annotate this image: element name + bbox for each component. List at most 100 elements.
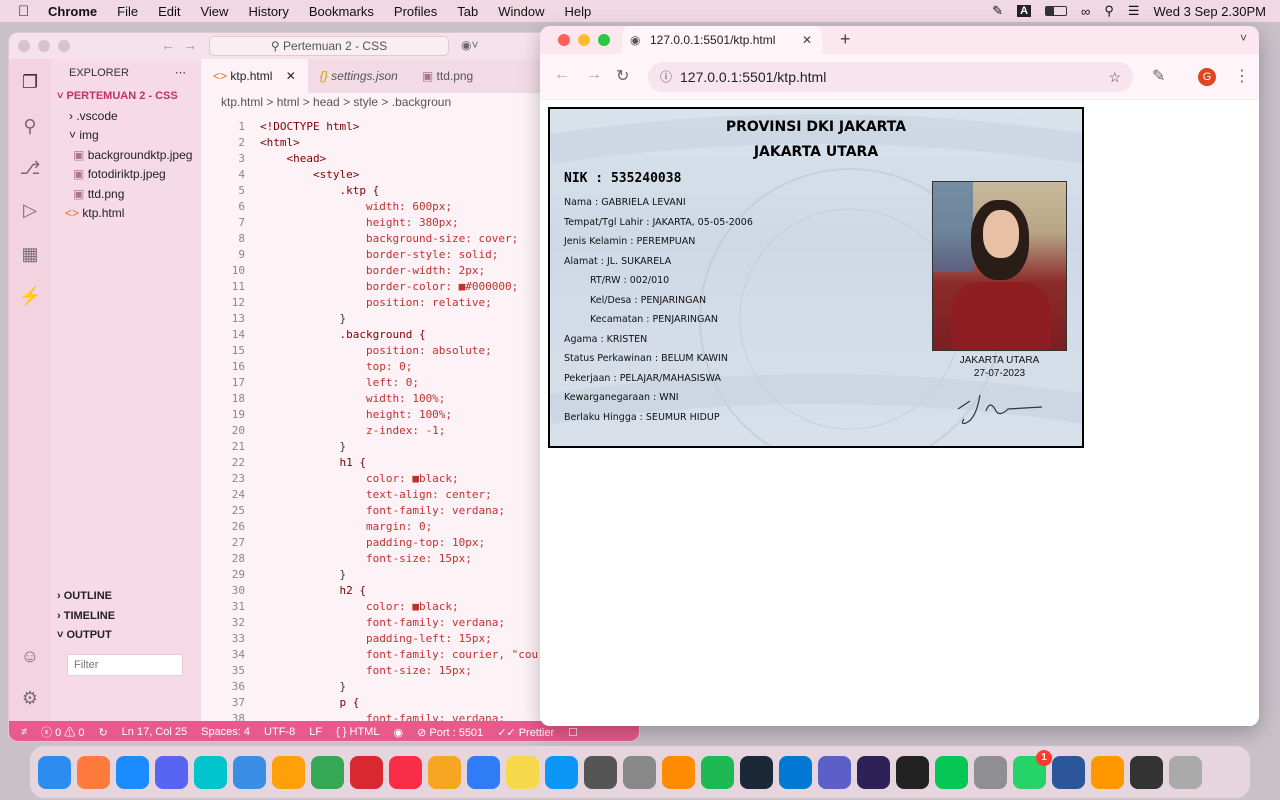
code-line[interactable]: top: 0; bbox=[260, 359, 412, 375]
dock-books-icon[interactable] bbox=[662, 755, 695, 789]
menu-history[interactable]: History bbox=[248, 4, 288, 19]
control-center-icon[interactable]: ☰ bbox=[1128, 3, 1140, 19]
tree-item-fotodiriktp[interactable]: ▣ fotodiriktp.jpeg bbox=[51, 165, 201, 185]
dock-canva-icon[interactable] bbox=[194, 755, 227, 789]
copilot-status-icon[interactable]: ◉ bbox=[393, 726, 403, 739]
extensions-icon[interactable]: ▦ bbox=[19, 243, 41, 265]
more-menu-icon[interactable]: ⋮ bbox=[1234, 66, 1250, 86]
menu-app-name[interactable]: Chrome bbox=[48, 4, 97, 19]
tab-ktp-html[interactable]: <> ktp.html ✕ bbox=[201, 59, 308, 93]
dock-eclipse-icon[interactable] bbox=[857, 755, 890, 789]
code-line[interactable]: .background { bbox=[260, 327, 425, 343]
section-timeline[interactable]: › TIMELINE bbox=[51, 607, 201, 627]
back-arrow-icon[interactable]: ← bbox=[161, 37, 175, 53]
tree-item-ttd[interactable]: ▣ ttd.png bbox=[51, 185, 201, 205]
code-line[interactable]: <html> bbox=[260, 135, 300, 151]
close-tab-icon[interactable]: ✕ bbox=[802, 26, 812, 54]
section-output[interactable]: ˅ OUTPUT bbox=[51, 626, 201, 646]
source-control-icon[interactable]: ⎇ bbox=[19, 157, 41, 179]
dock-chatgpt-icon[interactable] bbox=[896, 755, 929, 789]
lightning-icon[interactable]: ⚡ bbox=[19, 285, 41, 307]
dock-word-icon[interactable] bbox=[1052, 755, 1085, 789]
dock-app-store-icon[interactable] bbox=[545, 755, 578, 789]
tree-item-ktp-html[interactable]: <> ktp.html bbox=[51, 204, 201, 224]
link-icon[interactable]: ∞ bbox=[1081, 4, 1090, 19]
new-tab-button[interactable]: + bbox=[840, 29, 851, 50]
code-line[interactable]: font-family: courier, "couri bbox=[260, 647, 551, 663]
back-button[interactable]: ← bbox=[554, 66, 570, 84]
close-window-button[interactable] bbox=[18, 40, 30, 52]
dock-finder-icon[interactable] bbox=[38, 755, 71, 789]
code-line[interactable]: border-style: solid; bbox=[260, 247, 498, 263]
code-line[interactable]: } bbox=[260, 311, 346, 327]
live-server-port[interactable]: ⊘ Port : 5501 bbox=[417, 726, 483, 739]
problems-indicator[interactable]: ⓧ 0 ⚠ 0 bbox=[41, 724, 84, 740]
code-line[interactable]: font-size: 15px; bbox=[260, 551, 472, 567]
code-line[interactable]: font-family: verdana; bbox=[260, 615, 505, 631]
code-line[interactable]: padding-top: 10px; bbox=[260, 535, 485, 551]
dock-photos-icon[interactable] bbox=[272, 755, 305, 789]
minimize-window-button[interactable] bbox=[38, 40, 50, 52]
code-line[interactable]: h2 { bbox=[260, 583, 366, 599]
code-line[interactable]: } bbox=[260, 679, 346, 695]
code-line[interactable]: <!DOCTYPE html> bbox=[260, 119, 359, 135]
code-line[interactable]: h1 { bbox=[260, 455, 366, 471]
code-line[interactable]: width: 100%; bbox=[260, 391, 445, 407]
code-line[interactable]: background-size: cover; bbox=[260, 231, 518, 247]
tree-item-vscode[interactable]: › .vscode bbox=[51, 107, 201, 127]
remote-icon[interactable]: ≠ bbox=[21, 726, 27, 738]
dock-reminders-icon[interactable] bbox=[428, 755, 461, 789]
dock-teams-icon[interactable] bbox=[818, 755, 851, 789]
cursor-position[interactable]: Ln 17, Col 25 bbox=[122, 726, 187, 738]
search-icon[interactable]: ⚲ bbox=[1104, 3, 1114, 19]
menu-window[interactable]: Window bbox=[498, 4, 544, 19]
dock-steam-icon[interactable] bbox=[740, 755, 773, 789]
tab-ttd-png[interactable]: ▣ ttd.png bbox=[410, 59, 485, 93]
indentation[interactable]: Spaces: 4 bbox=[201, 726, 250, 738]
code-line[interactable]: font-family: verdana; bbox=[260, 503, 505, 519]
line-ending[interactable]: LF bbox=[309, 726, 322, 738]
tab-search-chevron-icon[interactable]: ˅ bbox=[1240, 31, 1247, 45]
zoom-window-button[interactable] bbox=[58, 40, 70, 52]
menu-profiles[interactable]: Profiles bbox=[394, 4, 437, 19]
code-line[interactable]: color: ■black; bbox=[260, 471, 459, 487]
code-line[interactable]: height: 100%; bbox=[260, 407, 452, 423]
tree-item-img[interactable]: ˅ img bbox=[51, 126, 201, 146]
code-line[interactable]: color: ■black; bbox=[260, 599, 459, 615]
menu-edit[interactable]: Edit bbox=[158, 4, 180, 19]
code-line[interactable]: p { bbox=[260, 695, 359, 711]
site-info-icon[interactable]: ⓘ bbox=[660, 62, 672, 92]
browser-tab[interactable]: ◉ 127.0.0.1:5501/ktp.html ✕ bbox=[622, 26, 822, 54]
code-line[interactable]: position: absolute; bbox=[260, 343, 492, 359]
forward-button[interactable]: → bbox=[586, 66, 602, 84]
language-mode[interactable]: { } HTML bbox=[336, 726, 379, 738]
dock-music-icon[interactable] bbox=[389, 755, 422, 789]
menu-help[interactable]: Help bbox=[565, 4, 592, 19]
dock-launchpad-icon[interactable] bbox=[77, 755, 110, 789]
folder-root[interactable]: ˅ PERTEMUAN 2 - CSS bbox=[51, 87, 201, 107]
search-icon[interactable]: ⚲ bbox=[19, 115, 41, 137]
output-filter-input[interactable] bbox=[67, 653, 183, 676]
code-line[interactable]: position: relative; bbox=[260, 295, 492, 311]
reload-button[interactable]: ↻ bbox=[616, 66, 629, 86]
command-center-search[interactable]: ⚲ Pertemuan 2 - CSS bbox=[209, 36, 449, 56]
copilot-icon[interactable]: ◉˅ bbox=[461, 38, 478, 52]
dock-system-settings-icon[interactable] bbox=[974, 755, 1007, 789]
profile-avatar[interactable]: G bbox=[1198, 68, 1216, 86]
clock[interactable]: Wed 3 Sep 2.30PM bbox=[1154, 4, 1267, 19]
dock-phone-icon[interactable] bbox=[1130, 755, 1163, 789]
dock-calculator-icon[interactable] bbox=[584, 755, 617, 789]
code-line[interactable]: padding-left: 15px; bbox=[260, 631, 492, 647]
extensions-puzzle-icon[interactable]: ✎ bbox=[1152, 66, 1165, 86]
dock-settings-icon[interactable] bbox=[623, 755, 656, 789]
dock-chrome-icon[interactable] bbox=[311, 755, 344, 789]
minimize-window-button[interactable] bbox=[578, 34, 590, 46]
code-line[interactable]: font-size: 15px; bbox=[260, 663, 472, 679]
battery-icon[interactable] bbox=[1045, 6, 1068, 16]
dock-other-icon[interactable] bbox=[467, 755, 500, 789]
zoom-window-button[interactable] bbox=[598, 34, 610, 46]
code-line[interactable]: border-width: 2px; bbox=[260, 263, 485, 279]
code-line[interactable]: } bbox=[260, 439, 346, 455]
code-line[interactable]: margin: 0; bbox=[260, 519, 432, 535]
notifications-icon[interactable]: ☐ bbox=[568, 726, 578, 739]
